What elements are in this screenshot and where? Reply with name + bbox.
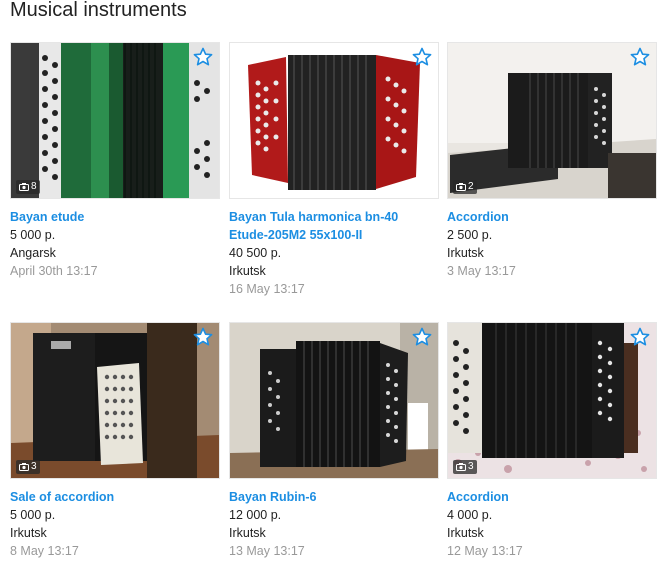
- accordion-photo: [448, 43, 656, 198]
- listing-date: 12 May 13:17: [447, 544, 523, 558]
- photo-count: 2: [468, 181, 474, 192]
- listing-title-link[interactable]: Bayan Tula harmonica bn-40 Etude-205M2 5…: [229, 208, 439, 244]
- photo-count-badge: 8: [16, 180, 40, 194]
- listing-photo[interactable]: [229, 42, 439, 199]
- accordion-photo: [11, 323, 219, 478]
- listing-title-link[interactable]: Bayan etude: [10, 208, 220, 226]
- listing-city: Irkutsk: [447, 526, 484, 540]
- listing-price: 4 000 р.: [447, 508, 493, 522]
- listing-title-link[interactable]: Accordion: [447, 208, 657, 226]
- listing-city: Angarsk: [10, 246, 56, 260]
- favorite-star-icon[interactable]: [193, 47, 213, 67]
- listing-title-link[interactable]: Accordion: [447, 488, 657, 506]
- listing-title-link[interactable]: Sale of accordion: [10, 488, 220, 506]
- photo-count-badge: 3: [16, 460, 40, 474]
- camera-icon: [456, 183, 466, 191]
- accordion-photo: [230, 43, 438, 198]
- favorite-star-icon[interactable]: [630, 47, 650, 67]
- listing-city: Irkutsk: [229, 264, 266, 278]
- listing-card[interactable]: Bayan Tula harmonica bn-40 Etude-205M2 5…: [229, 42, 439, 298]
- favorite-star-icon[interactable]: [412, 47, 432, 67]
- listing-city: Irkutsk: [229, 526, 266, 540]
- photo-count: 3: [31, 461, 37, 472]
- camera-icon: [19, 183, 29, 191]
- photo-count-badge: 3: [453, 460, 477, 474]
- favorite-star-icon[interactable]: [630, 327, 650, 347]
- listing-date: 3 May 13:17: [447, 264, 516, 278]
- listing-photo[interactable]: 8: [10, 42, 220, 199]
- listing-city: Irkutsk: [447, 246, 484, 260]
- camera-icon: [19, 463, 29, 471]
- listing-photo[interactable]: 3: [10, 322, 220, 479]
- listing-city: Irkutsk: [10, 526, 47, 540]
- favorite-star-icon[interactable]: [412, 327, 432, 347]
- accordion-photo: [448, 323, 656, 478]
- listing-price: 12 000 р.: [229, 508, 282, 522]
- listing-card[interactable]: 8 Bayan etude 5 000 р. Angarsk April 30t…: [10, 42, 220, 280]
- listing-date: 8 May 13:17: [10, 544, 79, 558]
- photo-count: 3: [468, 461, 474, 472]
- listing-price: 40 500 р.: [229, 246, 282, 260]
- accordion-photo: [11, 43, 219, 198]
- listing-date: 13 May 13:17: [229, 544, 305, 558]
- page-title: Musical instruments: [10, 0, 187, 21]
- listing-photo[interactable]: [229, 322, 439, 479]
- favorite-star-icon[interactable]: [193, 327, 213, 347]
- listing-title-link[interactable]: Bayan Rubin-6: [229, 488, 439, 506]
- listing-price: 2 500 р.: [447, 228, 493, 242]
- listing-date: April 30th 13:17: [10, 264, 98, 278]
- listing-card[interactable]: Bayan Rubin-6 12 000 р. Irkutsk 13 May 1…: [229, 322, 439, 560]
- photo-count: 8: [31, 181, 37, 192]
- listing-card[interactable]: 3 Accordion 4 000 р. Irkutsk 12 May 13:1…: [447, 322, 657, 560]
- photo-count-badge: 2: [453, 180, 477, 194]
- listing-price: 5 000 р.: [10, 508, 56, 522]
- listing-photo[interactable]: 2: [447, 42, 657, 199]
- listing-card[interactable]: 3 Sale of accordion 5 000 р. Irkutsk 8 M…: [10, 322, 220, 560]
- accordion-photo: [230, 323, 438, 478]
- camera-icon: [456, 463, 466, 471]
- listing-photo[interactable]: 3: [447, 322, 657, 479]
- listing-price: 5 000 р.: [10, 228, 56, 242]
- listing-card[interactable]: 2 Accordion 2 500 р. Irkutsk 3 May 13:17: [447, 42, 657, 280]
- listing-date: 16 May 13:17: [229, 282, 305, 296]
